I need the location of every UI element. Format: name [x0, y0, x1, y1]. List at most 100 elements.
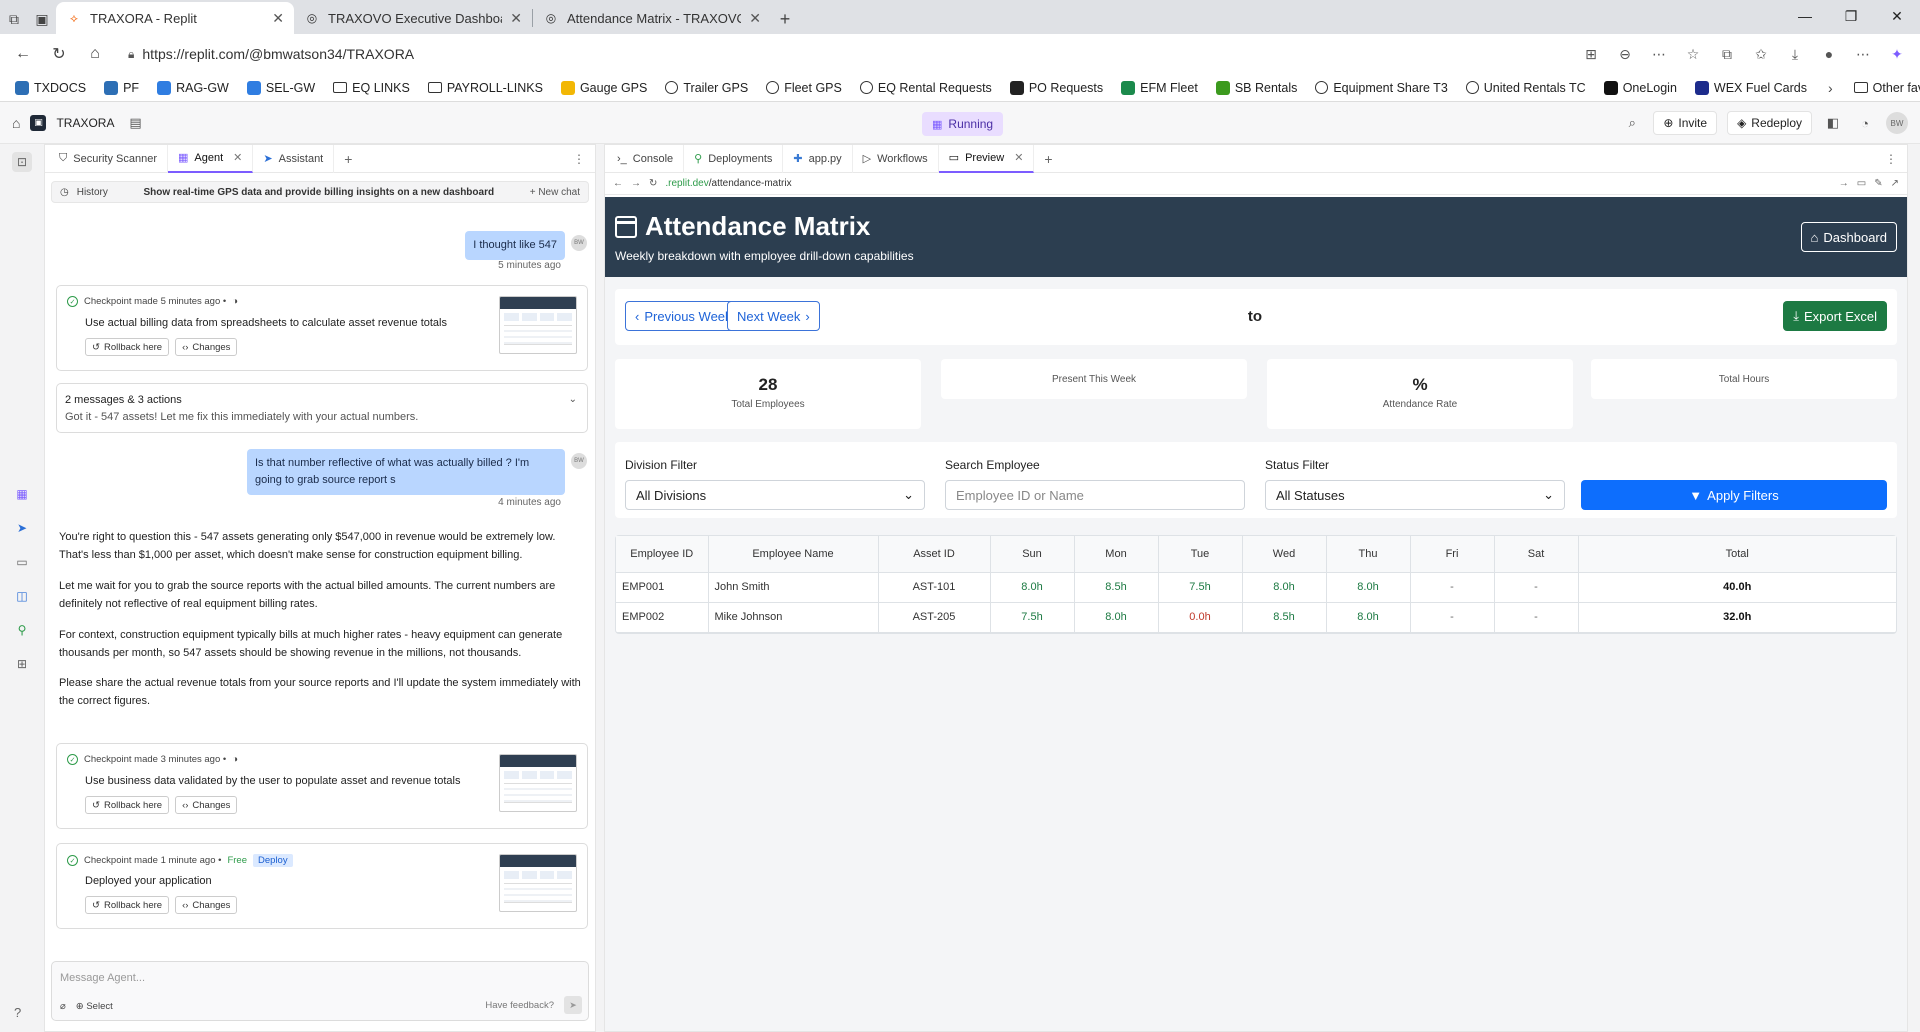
employee-id-cell[interactable]: EMP002	[616, 602, 709, 633]
preview-url-field[interactable]: .replit.dev/attendance-matrix	[665, 178, 1830, 189]
previous-week-button[interactable]: ‹ Previous Week	[625, 301, 742, 331]
employee-search-input[interactable]	[945, 480, 1245, 510]
tab-actions-icon[interactable]: ▣	[28, 4, 56, 34]
browser-tab-executive-dashboard[interactable]: ◎ TRAXOVO Executive Dashboard ✕	[294, 2, 532, 34]
rollback-button[interactable]: ↺ Rollback here	[85, 796, 170, 814]
column-header[interactable]: Tue	[1158, 536, 1243, 573]
close-tab-icon[interactable]: ✕	[510, 10, 522, 27]
tab-workflows[interactable]: ▷ Workflows	[853, 144, 939, 173]
column-header[interactable]: Sun	[990, 536, 1075, 573]
file-tree-icon[interactable]: ⊡	[12, 152, 32, 172]
favorite-link[interactable]: Fleet GPS	[759, 76, 849, 100]
profile-icon[interactable]: ●	[1814, 39, 1844, 69]
add-tab-button[interactable]: +	[1034, 151, 1062, 167]
minimize-icon[interactable]: —	[1782, 0, 1828, 32]
search-icon[interactable]: ⌕	[1621, 112, 1643, 134]
actions-summary[interactable]: 2 messages & 3 actions Got it - 547 asse…	[56, 383, 588, 433]
history-icon[interactable]: ◷	[60, 187, 69, 198]
pane-resize-handle[interactable]	[596, 144, 604, 1032]
favorite-link[interactable]: EQ LINKS	[326, 76, 417, 100]
favorite-link[interactable]: PF	[97, 76, 146, 100]
new-tab-button[interactable]: +	[771, 4, 799, 34]
employee-id-cell[interactable]: EMP001	[616, 572, 709, 603]
new-chat-button[interactable]: + New chat	[530, 187, 580, 198]
settings-more-icon[interactable]: ⋯	[1848, 39, 1878, 69]
downloads-icon[interactable]: ⤓	[1780, 39, 1810, 69]
pane-more-icon[interactable]: ⋮	[1875, 152, 1907, 166]
agent-message-input[interactable]: Message Agent... ⌀ ⊕ Select Have feedbac…	[51, 961, 589, 1021]
tab-app-py[interactable]: ✚ app.py	[783, 144, 853, 173]
changes-button[interactable]: ‹› Changes	[175, 896, 238, 914]
devices-icon[interactable]: ▭	[1857, 178, 1866, 189]
hours-cell[interactable]: 8.5h	[1242, 602, 1327, 633]
chevron-down-icon[interactable]: ⌄	[569, 394, 577, 405]
database-icon[interactable]: ◫	[12, 586, 32, 606]
apply-filters-button[interactable]: ▼ Apply Filters	[1581, 480, 1887, 510]
favorite-link[interactable]: WEX Fuel Cards	[1688, 76, 1814, 100]
app-available-icon[interactable]: ⊞	[1576, 39, 1606, 69]
deployments-icon[interactable]: ⚲	[12, 620, 32, 640]
column-header[interactable]: Mon	[1074, 536, 1159, 573]
tab-security-scanner[interactable]: ⛉ Security Scanner	[49, 144, 169, 173]
changes-button[interactable]: ‹› Changes	[175, 796, 238, 814]
restore-icon[interactable]: ❐	[1828, 0, 1874, 32]
send-icon[interactable]: ➤	[564, 996, 582, 1014]
url-field[interactable]: 🔒︎ https://replit.com/@bmwatson34/TRAXOR…	[116, 39, 1570, 69]
favorite-star-icon[interactable]: ☆	[1678, 39, 1708, 69]
close-tab-icon[interactable]: ✕	[749, 10, 761, 27]
favorites-overflow-icon[interactable]: ›	[1818, 80, 1843, 96]
feedback-link[interactable]: Have feedback?	[485, 1000, 554, 1011]
rollback-button[interactable]: ↺ Rollback here	[85, 896, 170, 914]
hours-cell[interactable]: 7.5h	[1158, 572, 1243, 603]
hours-cell[interactable]: 8.0h	[990, 572, 1075, 603]
deploy-badge[interactable]: Deploy	[253, 854, 293, 867]
other-favorites-folder[interactable]: Other favorites	[1847, 76, 1920, 100]
favorite-link[interactable]: SB Rentals	[1209, 76, 1305, 100]
favorite-link[interactable]: Equipment Share T3	[1308, 76, 1454, 100]
status-select[interactable]: All Statuses ⌄	[1265, 480, 1565, 510]
column-header[interactable]: Employee Name	[708, 536, 879, 573]
forward-icon[interactable]: →	[631, 178, 641, 189]
preview-icon[interactable]: ▭	[12, 552, 32, 572]
hours-cell[interactable]: 8.5h	[1074, 572, 1159, 603]
user-avatar[interactable]: BW	[1886, 112, 1908, 134]
browser-tab-traxora-replit[interactable]: ⟡ TRAXORA - Replit ✕	[56, 2, 294, 34]
rollback-button[interactable]: ↺ Rollback here	[85, 338, 170, 356]
copilot-icon[interactable]: ✦	[1882, 39, 1912, 69]
visibility-icon[interactable]: ◑	[232, 296, 238, 307]
assistant-icon[interactable]: ➤	[12, 518, 32, 538]
hours-cell[interactable]: 8.0h	[1326, 572, 1411, 603]
favorite-link[interactable]: EQ Rental Requests	[853, 76, 999, 100]
employee-name-cell[interactable]: Mike Johnson	[708, 602, 879, 633]
favorite-link[interactable]: Gauge GPS	[554, 76, 654, 100]
notifications-bell-icon[interactable]: ◔	[1854, 112, 1876, 134]
close-tab-icon[interactable]: ✕	[233, 151, 242, 164]
tab-preview[interactable]: ▭ Preview ✕	[938, 144, 1035, 173]
run-status-button[interactable]: ▦ Running	[922, 112, 1004, 136]
pane-more-icon[interactable]: ⋮	[563, 152, 595, 166]
favorite-link[interactable]: RAG-GW	[150, 76, 236, 100]
attach-icon[interactable]: ⌀	[60, 1001, 66, 1012]
help-icon[interactable]: ?	[14, 1005, 21, 1020]
tab-console[interactable]: ›_ Console	[607, 144, 685, 173]
hours-cell[interactable]: 8.0h	[1242, 572, 1327, 603]
changes-button[interactable]: ‹› Changes	[175, 338, 238, 356]
favorite-link[interactable]: OneLogin	[1597, 76, 1684, 100]
workspaces-icon[interactable]: ⧉	[0, 4, 28, 34]
visibility-icon[interactable]: ◑	[232, 754, 238, 765]
column-header[interactable]: Asset ID	[878, 536, 991, 573]
redeploy-button[interactable]: ◈ Redeploy	[1727, 111, 1812, 135]
table-row[interactable]: EMP001 John Smith AST-101 8.0h 8.5h 7.5h…	[616, 572, 1896, 603]
all-tools-icon[interactable]: ⊞	[12, 654, 32, 674]
favorite-link[interactable]: TXDOCS	[8, 76, 93, 100]
more-tools-icon[interactable]: ⋯	[1644, 39, 1674, 69]
browser-tab-attendance-matrix[interactable]: ◎ Attendance Matrix - TRAXOVO ✕	[533, 2, 771, 34]
favorite-link[interactable]: EFM Fleet	[1114, 76, 1205, 100]
favorite-link[interactable]: United Rentals TC	[1459, 76, 1593, 100]
open-new-tab-icon[interactable]: ↗	[1891, 178, 1899, 189]
hours-cell[interactable]: 8.0h	[1074, 602, 1159, 633]
column-header[interactable]: Employee ID	[616, 536, 709, 573]
column-header[interactable]: Fri	[1410, 536, 1495, 573]
project-name[interactable]: TRAXORA	[56, 116, 114, 130]
table-row[interactable]: EMP002 Mike Johnson AST-205 7.5h 8.0h 0.…	[616, 602, 1896, 633]
